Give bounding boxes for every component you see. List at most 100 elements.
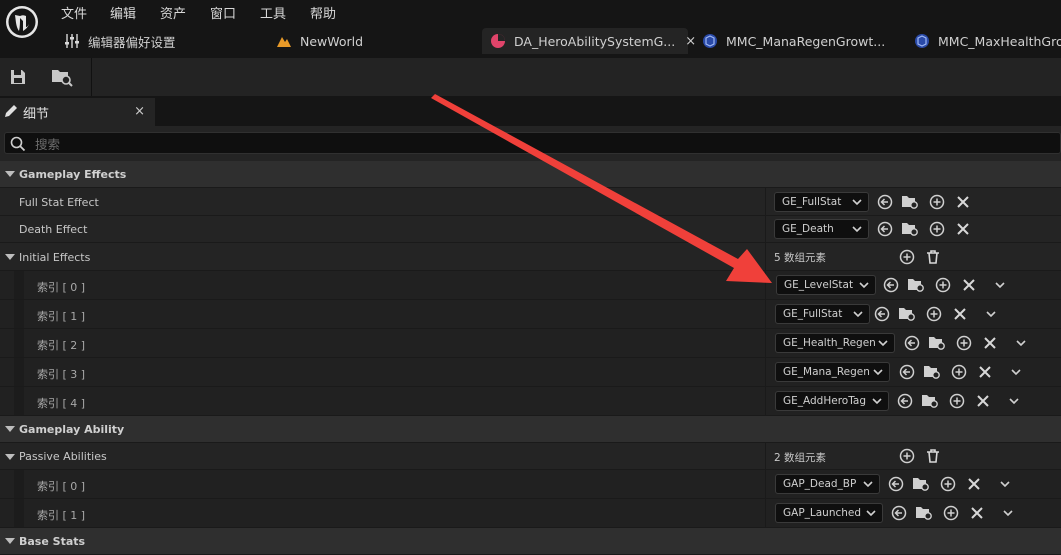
search-input[interactable] [33,134,937,154]
tab-close-button[interactable]: × [685,34,696,49]
element-options-chevron-icon[interactable] [1007,363,1025,381]
add-icon[interactable] [939,475,957,493]
array-element-passive-0: 索引 [ 0 ] GAP_Dead_BP [0,470,1061,499]
use-selected-icon[interactable] [890,504,908,522]
asset-combo[interactable]: GE_Death [774,219,869,239]
use-selected-icon[interactable] [887,475,905,493]
element-options-chevron-icon[interactable] [991,276,1009,294]
column-divider[interactable] [765,499,766,527]
menu-help[interactable]: 帮助 [310,3,336,22]
menu-file[interactable]: 文件 [61,3,87,22]
expand-arrow-icon[interactable] [5,426,15,432]
property-passive-abilities[interactable]: Passive Abilities 2 数组元素 [0,443,1061,470]
add-icon[interactable] [928,193,946,211]
clear-icon[interactable] [968,504,986,522]
tab-newworld[interactable]: NewWorld [276,28,466,54]
browse-icon[interactable] [901,220,919,238]
clear-icon[interactable] [954,193,972,211]
column-divider[interactable] [765,329,766,357]
tab-editor-preferences[interactable]: 编辑器偏好设置 [64,28,264,54]
use-selected-icon[interactable] [876,193,894,211]
expand-arrow-icon[interactable] [5,171,15,177]
category-gameplay-effects[interactable]: Gameplay Effects [0,161,1061,188]
add-icon[interactable] [948,392,966,410]
menu-tools[interactable]: 工具 [260,3,286,22]
element-options-chevron-icon[interactable] [996,475,1014,493]
column-divider[interactable] [765,358,766,386]
trash-icon[interactable] [924,447,942,465]
column-divider[interactable] [765,300,766,328]
element-options-chevron-icon[interactable] [1005,392,1023,410]
property-initial-effects[interactable]: Initial Effects 5 数组元素 [0,243,1061,271]
tab-da-hero-ability-system[interactable]: DA_HeroAbilitySystemG... × [482,28,696,54]
add-icon[interactable] [925,305,943,323]
add-element-icon[interactable] [898,447,916,465]
element-options-chevron-icon[interactable] [1012,334,1030,352]
use-selected-icon[interactable] [876,220,894,238]
browse-icon[interactable] [915,504,933,522]
add-icon[interactable] [950,363,968,381]
element-options-chevron-icon[interactable] [982,305,1000,323]
browse-icon[interactable] [898,305,916,323]
tab-mmc-max-health[interactable]: MMC_MaxHealthGrow [914,28,1061,54]
expand-arrow-icon[interactable] [5,538,15,544]
save-button[interactable] [6,65,30,89]
column-divider[interactable] [765,188,766,215]
column-divider[interactable] [765,443,766,469]
details-panel-tab[interactable]: 细节 × [0,98,155,126]
use-selected-icon[interactable] [882,276,900,294]
indent-guide [14,387,24,415]
clear-icon[interactable] [976,363,994,381]
add-icon[interactable] [934,276,952,294]
asset-combo[interactable]: GE_AddHeroTag [775,391,889,411]
browse-icon[interactable] [901,193,919,211]
asset-combo[interactable]: GE_Health_Regen [775,333,895,353]
asset-combo[interactable]: GE_LevelStat [776,275,876,295]
unreal-logo-icon[interactable] [0,0,44,44]
add-icon[interactable] [955,334,973,352]
browse-icon[interactable] [928,334,946,352]
add-element-icon[interactable] [898,248,916,266]
asset-combo[interactable]: GAP_Launched [775,503,883,523]
menu-asset[interactable]: 资产 [160,3,186,22]
menu-window[interactable]: 窗口 [210,3,236,22]
expand-arrow-icon[interactable] [5,454,15,460]
browse-icon[interactable] [921,392,939,410]
column-divider[interactable] [765,470,766,498]
search-box[interactable] [4,132,1061,154]
array-element-initial-1: 索引 [ 1 ] GE_FullStat [0,300,1061,329]
use-selected-icon[interactable] [898,363,916,381]
browse-icon[interactable] [923,363,941,381]
asset-combo[interactable]: GE_FullStat [775,304,870,324]
browse-icon[interactable] [912,475,930,493]
asset-combo[interactable]: GAP_Dead_BP [775,474,880,494]
use-selected-icon[interactable] [873,305,891,323]
use-selected-icon[interactable] [896,392,914,410]
browse-icon[interactable] [907,276,925,294]
column-divider[interactable] [765,243,766,270]
chevron-down-icon [858,277,870,294]
clear-icon[interactable] [974,392,992,410]
menu-edit[interactable]: 编辑 [110,3,136,22]
clear-icon[interactable] [951,305,969,323]
element-options-chevron-icon[interactable] [999,504,1017,522]
add-icon[interactable] [928,220,946,238]
clear-icon[interactable] [981,334,999,352]
asset-combo[interactable]: GE_Mana_Regen [775,362,890,382]
clear-icon[interactable] [954,220,972,238]
column-divider[interactable] [765,216,766,242]
add-icon[interactable] [942,504,960,522]
column-divider[interactable] [765,387,766,415]
column-divider[interactable] [765,271,766,299]
tab-mmc-mana-regen[interactable]: MMC_ManaRegenGrowt... [702,28,902,54]
browse-asset-button[interactable] [50,65,74,89]
asset-combo[interactable]: GE_FullStat [774,192,869,212]
category-gameplay-ability[interactable]: Gameplay Ability [0,416,1061,443]
clear-icon[interactable] [960,276,978,294]
trash-icon[interactable] [924,248,942,266]
category-base-stats[interactable]: Base Stats [0,528,1061,555]
panel-close-button[interactable]: × [134,104,145,119]
clear-icon[interactable] [965,475,983,493]
expand-arrow-icon[interactable] [5,254,15,260]
use-selected-icon[interactable] [903,334,921,352]
